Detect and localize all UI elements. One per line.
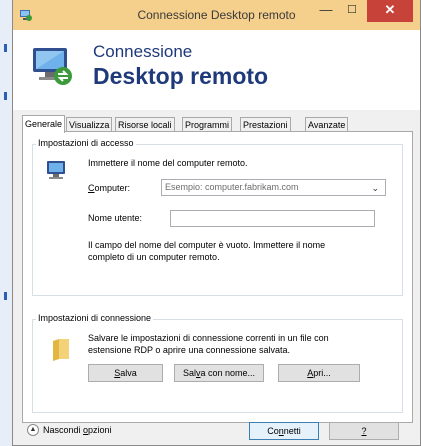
tab-risorse-locali[interactable]: Risorse locali xyxy=(115,117,175,132)
open-button[interactable]: Apri... xyxy=(278,364,360,382)
computer-combobox[interactable]: Esempio: computer.fabrikam.com ⌄ xyxy=(161,179,386,196)
header-title-line1: Connessione xyxy=(93,42,193,61)
group-label: Impostazioni di connessione xyxy=(36,313,154,323)
tab-prestazioni[interactable]: Prestazioni xyxy=(240,117,291,132)
rdp-window: Connessione Desktop remoto — ☐ ✕ Conness… xyxy=(12,0,421,446)
computer-placeholder: Esempio: computer.fabrikam.com xyxy=(165,182,299,192)
title-bar[interactable]: Connessione Desktop remoto — ☐ ✕ xyxy=(13,0,420,30)
chevron-up-icon[interactable]: ▲ xyxy=(27,424,39,436)
desktop-marker xyxy=(4,44,7,52)
hide-options-label: Nascondi opzioni xyxy=(43,425,112,435)
close-button[interactable]: ✕ xyxy=(367,0,413,22)
computer-label: Computer: xyxy=(88,183,131,193)
help-button[interactable]: ? xyxy=(329,422,399,440)
warning-line-2: completo di un computer remoto. xyxy=(88,252,220,262)
connection-desc-line-1: Salvare le impostazioni di connessione c… xyxy=(88,333,329,343)
app-header: Connessione Desktop remoto xyxy=(13,30,420,110)
tab-avanzate[interactable]: Avanzate xyxy=(305,117,349,132)
computer-icon xyxy=(47,161,65,179)
desktop-background xyxy=(0,0,12,446)
connection-settings-group: Impostazioni di connessione Salvare le i… xyxy=(32,313,403,413)
minimize-button[interactable]: — xyxy=(313,0,339,22)
folder-icon xyxy=(53,339,69,361)
remote-desktop-icon xyxy=(33,48,72,85)
tab-generale[interactable]: Generale xyxy=(22,115,66,133)
username-input[interactable] xyxy=(170,210,375,227)
access-settings-group: Impostazioni di accesso Immettere il nom… xyxy=(32,138,403,296)
desktop-marker xyxy=(4,292,7,300)
maximize-button[interactable]: ☐ xyxy=(339,0,365,22)
tab-programmi[interactable]: Programmi xyxy=(182,117,233,132)
tab-panel-generale: Impostazioni di accesso Immettere il nom… xyxy=(22,131,413,423)
access-instruction: Immettere il nome del computer remoto. xyxy=(88,158,248,168)
connection-desc-line-2: estensione RDP o aprire una connessione … xyxy=(88,345,290,355)
warning-line-1: Il campo del nome del computer è vuoto. … xyxy=(88,240,326,250)
group-label: Impostazioni di accesso xyxy=(36,138,136,148)
tab-visualizza[interactable]: Visualizza xyxy=(66,117,113,132)
header-title-line2: Desktop remoto xyxy=(93,63,269,89)
save-as-button[interactable]: Salva con nome... xyxy=(174,364,264,382)
desktop-marker xyxy=(4,92,7,100)
chevron-down-icon[interactable]: ⌄ xyxy=(371,181,379,196)
username-label: Nome utente: xyxy=(88,213,143,223)
connect-button[interactable]: Connetti xyxy=(249,422,319,440)
save-button[interactable]: Salva xyxy=(88,364,163,382)
